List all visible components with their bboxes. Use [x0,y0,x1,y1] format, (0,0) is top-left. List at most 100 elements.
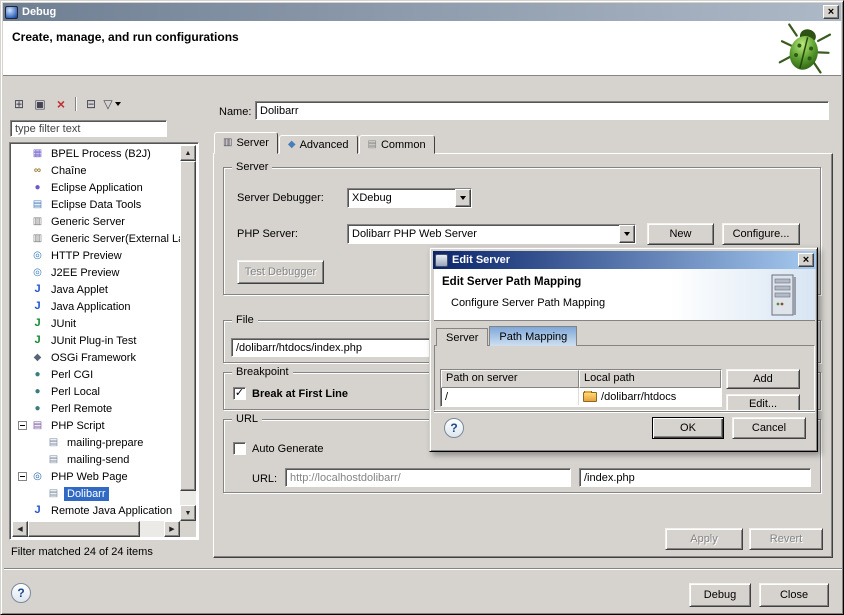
dialog-titlebar[interactable]: Edit Server × [433,251,816,269]
tree-item-remote-java-application[interactable]: JRemote Java Application [12,502,180,519]
apply-button[interactable]: Apply [665,528,743,550]
check-icon: ✓ [235,388,244,399]
close-button[interactable]: Close [759,583,829,607]
filter-button[interactable]: ▽ [102,95,122,113]
break-at-first-line-checkbox[interactable]: ✓ [233,387,246,400]
help-icon: ? [17,586,24,600]
tab-advanced[interactable]: ◆ Advanced [279,135,358,154]
window-title: Debug [22,6,823,18]
tree-item-label: JUnit [48,317,79,331]
dialog-close-button[interactable]: × [798,253,814,267]
tree-item-cha-ne[interactable]: ∞Chaîne [12,162,180,179]
tree-item-junit[interactable]: JJUnit [12,315,180,332]
tree-item-perl-local[interactable]: ●Perl Local [12,383,180,400]
tree-item-perl-cgi[interactable]: ●Perl CGI [12,366,180,383]
vertical-scrollbar-thumb[interactable] [180,161,196,491]
tree-item-j2ee-preview[interactable]: ◎J2EE Preview [12,264,180,281]
collapse-all-button[interactable]: ⊟ [81,95,101,113]
file-group-title: File [232,314,258,326]
delete-configuration-button[interactable]: × [51,95,71,113]
tree-item-label: Perl Remote [48,402,115,416]
tree-item-osgi-framework[interactable]: ◆OSGi Framework [12,349,180,366]
collapse-expander-icon[interactable] [18,472,27,481]
help-button[interactable]: ? [11,583,31,603]
php-file-icon: ▤ [46,453,61,466]
add-button[interactable]: Add [726,369,800,389]
tab-advanced-label: Advanced [300,139,349,151]
revert-button[interactable]: Revert [749,528,823,550]
name-label: Name: [219,106,251,118]
window-titlebar[interactable]: Debug × [3,3,841,21]
path-mapping-table[interactable]: Path on server Local path / /dolibarr/ht… [440,369,722,407]
tree-item-eclipse-application[interactable]: ●Eclipse Application [12,179,180,196]
server-debugger-dropdown-button[interactable] [455,189,471,207]
tab-common[interactable]: ▤ Common [359,135,435,154]
filter-input[interactable] [10,120,167,137]
debug-button[interactable]: Debug [689,583,751,607]
dialog-help-button[interactable]: ? [444,418,464,438]
tree-item-http-preview[interactable]: ◎HTTP Preview [12,247,180,264]
scroll-left-button[interactable]: ◀ [12,521,28,537]
duplicate-configuration-button[interactable]: ▣ [30,95,50,113]
tree-item-junit-plug-in-test[interactable]: JJUnit Plug-in Test [12,332,180,349]
tree-item-dolibarr[interactable]: ▤Dolibarr [12,485,180,502]
horizontal-scrollbar-thumb[interactable] [28,521,140,537]
server-debugger-combo[interactable]: XDebug [347,188,472,208]
tree-item-perl-remote[interactable]: ●Perl Remote [12,400,180,417]
dialog-tab-server-label: Server [446,332,478,344]
base-url-input[interactable] [285,468,571,487]
bug-image [773,16,837,81]
cancel-button[interactable]: Cancel [732,417,806,439]
new-configuration-button[interactable]: ⊞ [9,95,29,113]
config-tab-strip: ▥ Server ◆ Advanced ▤ Common [214,132,436,154]
tree-item-mailing-send[interactable]: ▤mailing-send [12,451,180,468]
close-icon: × [828,7,834,18]
table-row[interactable]: / /dolibarr/htdocs [441,388,721,405]
new-server-button[interactable]: New [647,223,714,245]
tree-item-php-web-page[interactable]: ◎PHP Web Page [12,468,180,485]
tree-item-mailing-prepare[interactable]: ▤mailing-prepare [12,434,180,451]
configure-button[interactable]: Configure... [722,223,800,245]
tree-item-java-applet[interactable]: JJava Applet [12,281,180,298]
php-server-combo[interactable]: Dolibarr PHP Web Server [347,224,636,244]
bpel-icon: ▦ [30,147,45,160]
java-applet-icon: J [30,283,45,296]
tree-item-label: HTTP Preview [48,249,125,263]
column-header-local-path[interactable]: Local path [579,370,721,388]
tree-item-generic-server[interactable]: ▥Generic Server [12,213,180,230]
tree-item-php-script[interactable]: ▤PHP Script [12,417,180,434]
config-tree[interactable]: ▦BPEL Process (B2J)∞Chaîne●Eclipse Appli… [12,145,180,521]
dialog-tab-path-mapping[interactable]: Path Mapping [489,326,577,346]
auto-generate-checkbox[interactable] [233,442,246,455]
tree-item-label: Dolibarr [64,487,109,501]
window-close-button[interactable]: × [823,5,839,19]
tree-item-eclipse-data-tools[interactable]: ▤Eclipse Data Tools [12,196,180,213]
server-icon [769,273,799,317]
ok-button[interactable]: OK [652,417,724,439]
junit-icon: J [30,317,45,330]
scroll-down-button[interactable]: ▼ [180,505,196,521]
tree-vertical-scrollbar[interactable]: ▲ ▼ [180,145,196,521]
tree-item-java-application[interactable]: JJava Application [12,298,180,315]
collapse-expander-icon[interactable] [18,421,27,430]
tree-item-label: Perl Local [48,385,103,399]
scroll-right-button[interactable]: ▶ [164,521,180,537]
url-path-input[interactable] [579,468,811,487]
tree-item-generic-server-external-la[interactable]: ▥Generic Server(External La [12,230,180,247]
toolbar-separator [75,97,77,111]
edit-server-dialog-icon [435,254,448,267]
scrollbar-corner [180,521,196,537]
test-debugger-button[interactable]: Test Debugger [237,260,324,284]
php-file-icon: ▤ [46,436,61,449]
edit-button[interactable]: Edit... [726,394,800,410]
tree-item-label: Remote Java Application [48,504,175,518]
tab-server[interactable]: ▥ Server [214,132,278,154]
tree-item-bpel-process-b2j[interactable]: ▦BPEL Process (B2J) [12,145,180,162]
name-input[interactable] [255,101,829,120]
dialog-tab-server[interactable]: Server [436,328,488,346]
column-header-path-on-server[interactable]: Path on server [441,370,579,388]
php-server-dropdown-button[interactable] [619,225,635,243]
scroll-up-button[interactable]: ▲ [180,145,196,161]
tree-horizontal-scrollbar[interactable]: ◀ ▶ [12,521,180,537]
php-web-page-icon: ◎ [30,470,45,483]
